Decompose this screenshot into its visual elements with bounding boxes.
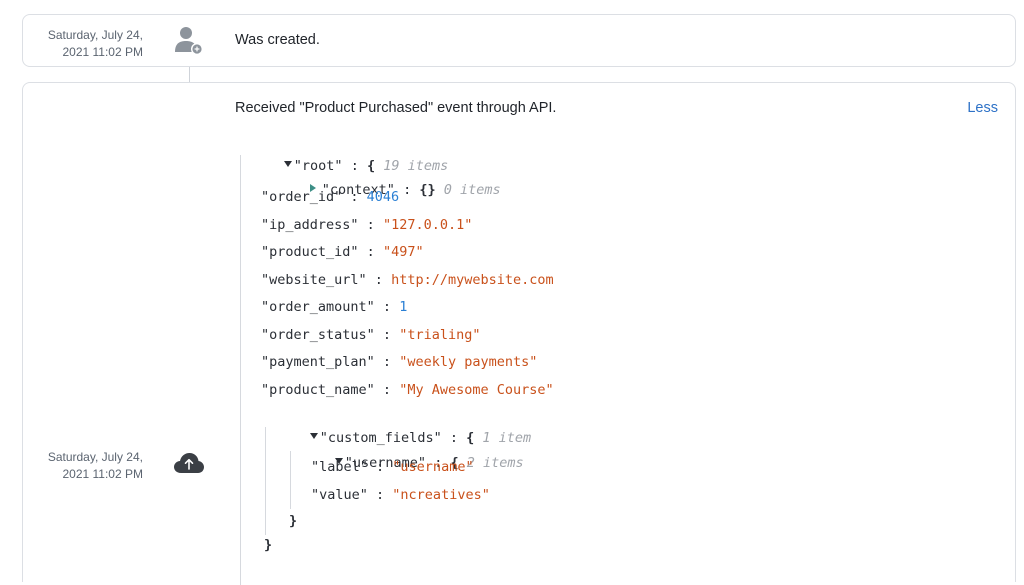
tree-node-custom-fields[interactable]: "custom_fields" : { 1 item	[261, 408, 531, 446]
tree-row: "product_name" : "My Awesome Course"	[261, 382, 554, 398]
cloud-upload-icon	[173, 451, 205, 480]
tree-item-count: 2 items	[466, 455, 524, 471]
timestamp-date: Saturday, July 24,	[47, 28, 143, 42]
timeline-connector	[189, 67, 190, 82]
tree-key: "payment_plan"	[261, 354, 375, 370]
tree-value: "My Awesome Course"	[399, 382, 554, 398]
tree-row: "order_amount" : 1	[261, 299, 408, 315]
timestamp-time: 2021 11:02 PM	[62, 467, 143, 481]
tree-row: "value" : "ncreatives"	[311, 487, 490, 503]
tree-row: "ip_address" : "127.0.0.1"	[261, 217, 473, 233]
event-message: Received "Product Purchased" event throu…	[235, 100, 557, 116]
tree-item-count: 0 items	[443, 182, 501, 198]
tree-row: "product_id" : "497"	[261, 244, 424, 260]
tree-value: "weekly payments"	[399, 354, 538, 370]
tree-key: "product_id"	[261, 244, 359, 260]
event-message: Was created.	[235, 32, 320, 48]
tree-node-root[interactable]: "root" : { 19 items	[235, 136, 448, 174]
tree-row: "order_status" : "trialing"	[261, 327, 481, 343]
event-timestamp: Saturday, July 24, 2021 11:02 PM	[23, 449, 143, 483]
event-card-api: Received "Product Purchased" event throu…	[22, 82, 1016, 585]
tree-value: {}	[419, 182, 436, 198]
tree-row: "website_url" : http://mywebsite.com	[261, 272, 554, 288]
tree-value: "ncreatives"	[392, 487, 490, 503]
event-card-created: Saturday, July 24, 2021 11:02 PM Was cre…	[22, 14, 1016, 67]
tree-value: "497"	[382, 244, 424, 260]
tree-key: "product_name"	[261, 382, 375, 398]
tree-key: "order_amount"	[261, 299, 375, 315]
tree-key: "label"	[311, 459, 368, 475]
less-toggle-link[interactable]: Less	[967, 100, 998, 116]
tree-value: "127.0.0.1"	[382, 217, 473, 233]
user-add-icon	[173, 25, 205, 62]
tree-close-brace-username: }	[289, 513, 298, 529]
timestamp-date: Saturday, July 24,	[47, 450, 143, 464]
tree-key: "value"	[311, 487, 368, 503]
tree-key: "order_status"	[261, 327, 375, 343]
tree-key: "order_id"	[261, 189, 343, 205]
tree-row: "payment_plan" : "weekly payments"	[261, 354, 538, 370]
timestamp-time: 2021 11:02 PM	[62, 45, 143, 59]
tree-value: 4046	[366, 189, 400, 205]
tree-node-context[interactable]: "context" : {} 0 items	[261, 160, 501, 198]
event-timestamp: Saturday, July 24, 2021 11:02 PM	[23, 27, 143, 61]
tree-key: "ip_address"	[261, 217, 359, 233]
tree-value: 1	[399, 299, 408, 315]
tree-key: "website_url"	[261, 272, 367, 288]
tree-row: "order_id" : 4046	[261, 189, 400, 205]
tree-guide-root	[240, 155, 241, 585]
tree-value: "username"	[392, 459, 474, 475]
tree-close-brace-custom-fields: }	[264, 537, 273, 553]
tree-row: "label" : "username"	[311, 459, 474, 475]
tree-value: http://mywebsite.com	[391, 272, 554, 288]
tree-value: "trialing"	[399, 327, 481, 343]
tree-node-username[interactable]: "username" : { 2 items	[286, 433, 524, 471]
